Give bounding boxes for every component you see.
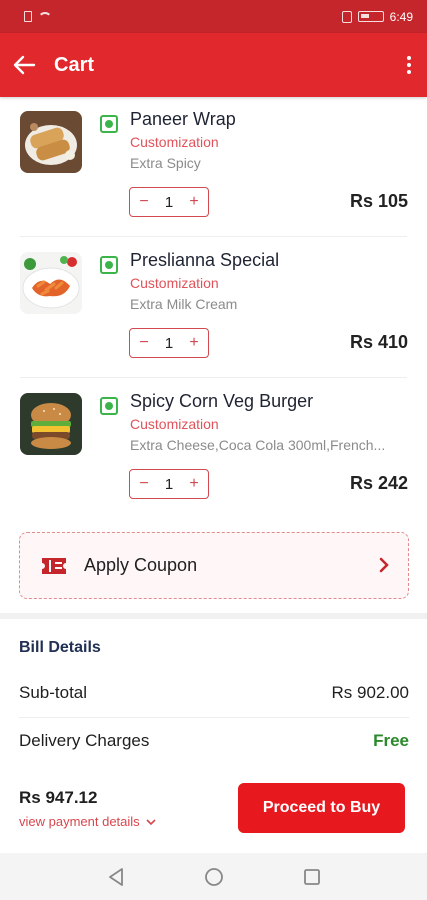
checkout-footer: Rs 947.12 view payment details Proceed t…: [0, 773, 427, 853]
veg-indicator-icon: [100, 256, 118, 274]
burger-food-image: [20, 393, 82, 455]
section-divider: [0, 613, 427, 619]
quantity-value: 1: [164, 475, 174, 493]
nav-back-button[interactable]: [104, 865, 128, 889]
system-nav-bar: [0, 853, 427, 900]
quantity-value: 1: [164, 193, 174, 211]
apply-coupon-button[interactable]: Apply Coupon: [19, 532, 409, 599]
proceed-to-buy-button[interactable]: Proceed to Buy: [238, 783, 405, 833]
cart-item: Spicy Corn Veg Burger Customization Extr…: [0, 379, 427, 519]
total-amount: Rs 947.12: [19, 788, 98, 807]
app-bar: Cart: [0, 33, 427, 97]
apply-coupon-label: Apply Coupon: [84, 555, 198, 575]
triangle-back-icon: [108, 867, 123, 886]
item-name: Paneer Wrap: [130, 109, 236, 129]
increment-button[interactable]: +: [186, 475, 202, 493]
divider: [20, 377, 407, 378]
more-options-button[interactable]: [391, 33, 427, 97]
cart-content: Paneer Wrap Customization Extra Spicy − …: [0, 97, 427, 853]
delivery-value: Free: [373, 731, 409, 750]
item-extras: Extra Cheese,Coca Cola 300ml,French...: [130, 437, 386, 453]
decrement-button[interactable]: −: [136, 334, 152, 352]
status-bar: 6:49: [0, 0, 427, 33]
quantity-stepper: − 1 +: [129, 469, 209, 499]
chevron-right-icon: [378, 553, 390, 579]
item-name: Spicy Corn Veg Burger: [130, 391, 314, 411]
item-price: Rs 410: [349, 332, 408, 352]
more-vertical-icon: [407, 56, 411, 60]
veg-indicator-icon: [100, 397, 118, 415]
subtotal-row: Sub-total Rs 902.00: [19, 683, 409, 703]
view-payment-details-link[interactable]: view payment details: [19, 814, 156, 829]
increment-button[interactable]: +: [186, 193, 202, 211]
view-payment-details-label: view payment details: [19, 814, 140, 829]
arrow-left-icon: [13, 55, 36, 75]
cart-item: Preslianna Special Customization Extra M…: [0, 238, 427, 378]
pasta-food-image: [20, 252, 82, 314]
item-price: Rs 105: [349, 191, 408, 211]
quantity-stepper: − 1 +: [129, 328, 209, 358]
status-time: 6:49: [389, 9, 413, 24]
decrement-button[interactable]: −: [136, 475, 152, 493]
item-price: Rs 242: [349, 473, 408, 493]
item-name: Preslianna Special: [130, 250, 280, 270]
square-recents-icon: [303, 868, 320, 885]
chevron-down-icon: [146, 818, 156, 825]
wifi-icon: [38, 11, 52, 22]
increment-button[interactable]: +: [186, 334, 202, 352]
subtotal-label: Sub-total: [19, 683, 88, 702]
customization-link[interactable]: Customization: [130, 416, 219, 432]
customization-link[interactable]: Customization: [130, 134, 219, 150]
subtotal-value: Rs 902.00: [331, 683, 410, 702]
cart-item: Paneer Wrap Customization Extra Spicy − …: [0, 97, 427, 237]
bill-details-title: Bill Details: [19, 639, 101, 656]
quantity-stepper: − 1 +: [129, 187, 209, 217]
back-button[interactable]: [0, 33, 48, 97]
nav-recents-button[interactable]: [300, 865, 324, 889]
delivery-row: Delivery Charges Free: [19, 731, 409, 751]
customization-link[interactable]: Customization: [130, 275, 219, 291]
coupon-ticket-icon: [40, 556, 68, 576]
page-title: Cart: [54, 53, 95, 76]
quantity-value: 1: [164, 334, 174, 352]
vibrate-icon: [341, 10, 352, 23]
divider: [20, 236, 407, 237]
delivery-label: Delivery Charges: [19, 731, 150, 750]
circle-home-icon: [204, 867, 223, 886]
veg-indicator-icon: [100, 115, 118, 133]
item-extras: Extra Spicy: [130, 155, 201, 171]
sim-icon: [24, 11, 32, 22]
nav-home-button[interactable]: [202, 865, 226, 889]
decrement-button[interactable]: −: [136, 193, 152, 211]
battery-icon: [357, 11, 384, 22]
divider: [19, 717, 409, 718]
item-extras: Extra Milk Cream: [130, 296, 238, 312]
wrap-food-image: [20, 111, 82, 173]
